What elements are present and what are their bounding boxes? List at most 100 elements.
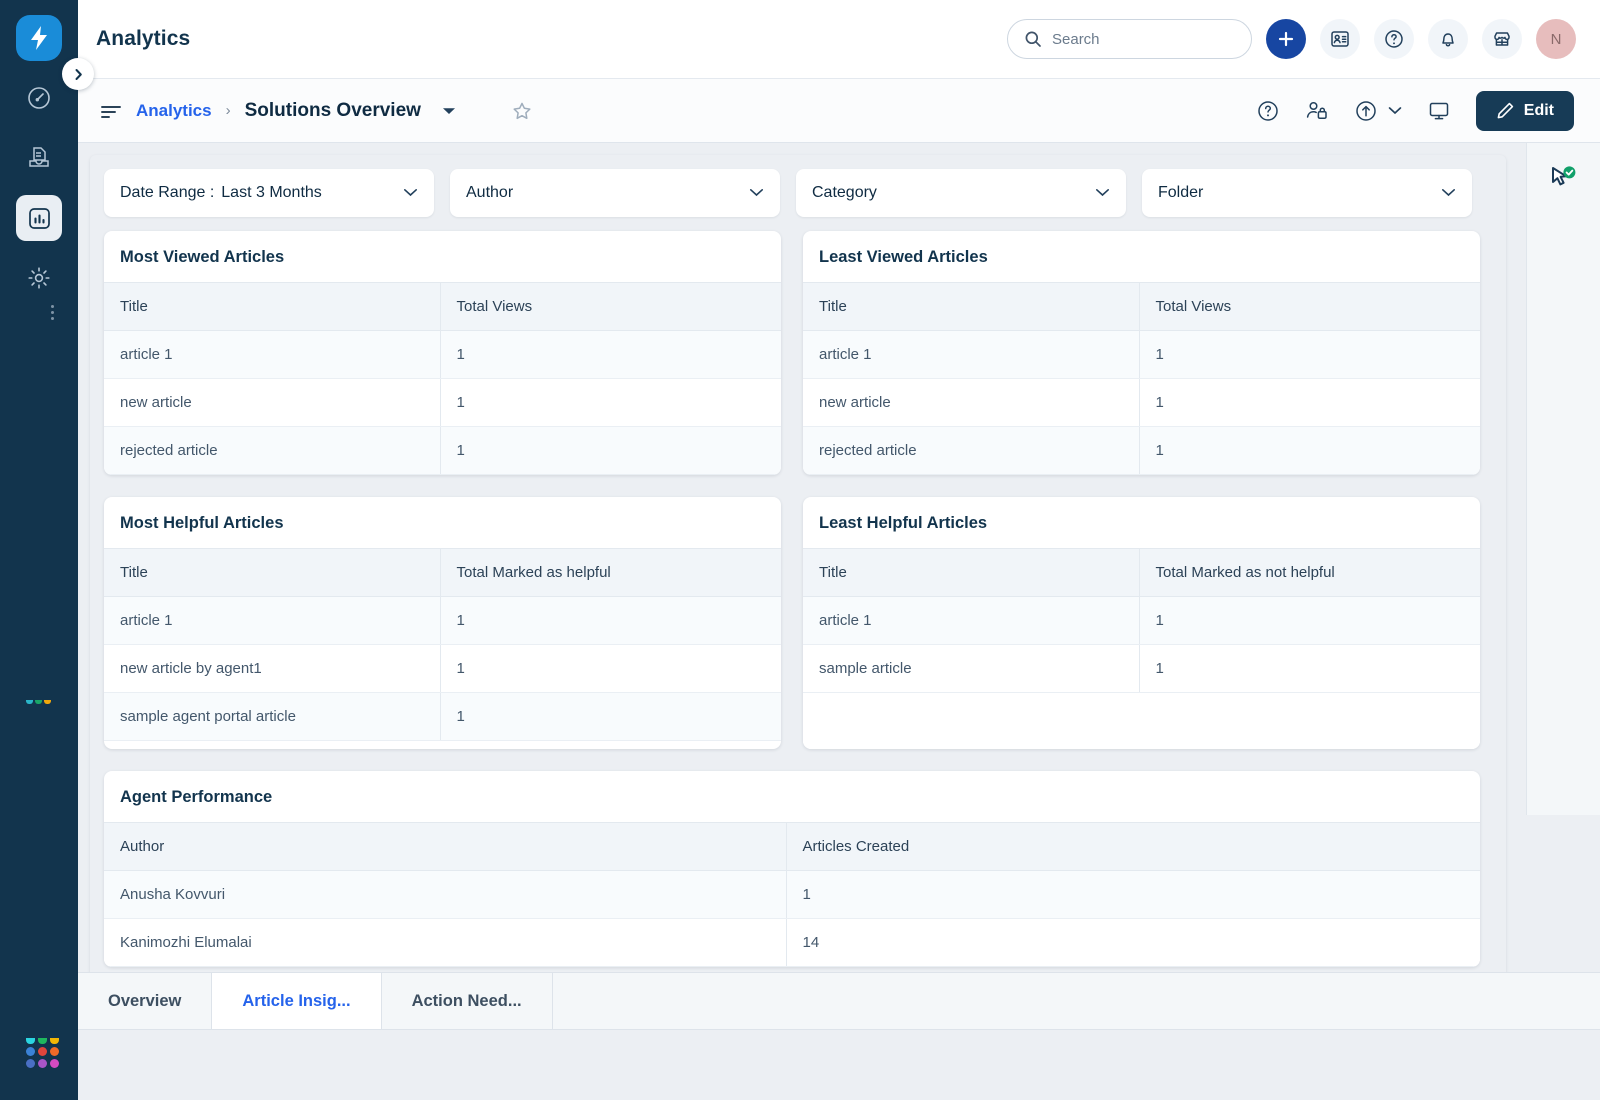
monitor-icon[interactable] xyxy=(1426,99,1452,123)
marketplace-button[interactable] xyxy=(1482,19,1522,59)
table-header-row: Title Total Marked as helpful xyxy=(104,548,781,597)
plus-icon xyxy=(1278,31,1294,47)
widget-empty-space xyxy=(803,693,1480,749)
table-row[interactable]: article 1 1 xyxy=(104,330,781,379)
chevron-right-icon xyxy=(75,68,82,80)
cell-title: sample agent portal article xyxy=(104,692,441,741)
breadcrumb-analytics-link[interactable]: Analytics xyxy=(136,101,212,121)
column-header[interactable]: Total Marked as helpful xyxy=(440,548,781,597)
help-button[interactable] xyxy=(1374,19,1414,59)
table-row[interactable]: new article 1 xyxy=(803,378,1480,427)
export-up-icon xyxy=(1356,100,1376,121)
dashboard-canvas: Date Range : Last 3 Months Author Catego… xyxy=(78,143,1600,972)
widget-title: Least Helpful Articles xyxy=(819,514,988,532)
page-title: Analytics xyxy=(96,27,191,50)
question-circle-icon xyxy=(1385,30,1403,48)
column-header[interactable]: Articles Created xyxy=(786,822,1480,871)
cell-title: new article xyxy=(104,378,441,427)
cell-title: article 1 xyxy=(803,330,1140,379)
cursor-check-icon[interactable] xyxy=(1549,165,1577,196)
data-table: Author Articles Created Anusha Kovvuri 1… xyxy=(104,822,1480,967)
table-row[interactable]: Anusha Kovvuri 1 xyxy=(104,870,1480,919)
table-row[interactable]: article 1 1 xyxy=(803,596,1480,645)
tab-overview[interactable]: Overview xyxy=(78,973,213,1029)
tab-strip: Overview Article Insig... Action Need... xyxy=(78,973,1600,1030)
column-header[interactable]: Title xyxy=(104,548,441,597)
caret-down-icon[interactable] xyxy=(441,106,457,116)
bell-icon xyxy=(1442,33,1454,47)
brand-logo[interactable] xyxy=(16,15,62,61)
column-header[interactable]: Title xyxy=(803,548,1140,597)
column-header[interactable]: Title xyxy=(104,282,441,331)
table-row[interactable]: article 1 1 xyxy=(803,330,1480,379)
cell-value: 1 xyxy=(440,692,781,741)
filter-author-label: Author xyxy=(466,184,514,201)
toolbar-help-icon[interactable] xyxy=(1256,99,1280,123)
sidebar-item-analytics[interactable] xyxy=(16,195,62,241)
expand-sidebar-button[interactable] xyxy=(62,58,94,90)
column-header[interactable]: Total Views xyxy=(1139,282,1480,331)
contacts-button[interactable] xyxy=(1320,19,1360,59)
tab-article-insights[interactable]: Article Insig... xyxy=(212,973,382,1029)
table-row[interactable]: sample article 1 xyxy=(803,644,1480,693)
filter-folder[interactable]: Folder xyxy=(1142,169,1472,217)
column-header[interactable]: Title xyxy=(803,282,1140,331)
widget-agent-performance: Agent Performance Author Articles Create… xyxy=(104,771,1480,967)
app-grid-icon[interactable] xyxy=(26,1038,59,1068)
table-row[interactable]: rejected article 1 xyxy=(803,426,1480,475)
edit-label: Edit xyxy=(1523,101,1554,119)
cell-value: 1 xyxy=(1139,426,1480,475)
cell-value: 1 xyxy=(786,870,1480,919)
cell-value: 1 xyxy=(440,596,781,645)
edit-button[interactable]: Edit xyxy=(1475,90,1574,131)
breadcrumb-separator: › xyxy=(225,102,231,119)
column-header[interactable]: Total Marked as not helpful xyxy=(1139,548,1480,597)
star-outline-icon[interactable] xyxy=(511,100,533,122)
filter-date-range[interactable]: Date Range : Last 3 Months xyxy=(104,169,434,217)
widget-title: Least Viewed Articles xyxy=(819,248,988,266)
export-dropdown[interactable] xyxy=(1354,99,1402,123)
table-row[interactable]: Kanimozhi Elumalai 14 xyxy=(104,918,1480,967)
cell-author: Kanimozhi Elumalai xyxy=(104,918,787,967)
hamburger-icon[interactable] xyxy=(100,103,122,119)
cell-title: rejected article xyxy=(104,426,441,475)
table-row[interactable]: new article by agent1 1 xyxy=(104,644,781,693)
sidebar-item-settings[interactable] xyxy=(16,255,62,301)
table-row[interactable]: new article 1 xyxy=(104,378,781,427)
table-header-row: Title Total Views xyxy=(803,282,1480,331)
sidebar-more-options[interactable] xyxy=(51,305,54,320)
filter-category[interactable]: Category xyxy=(796,169,1126,217)
dashboard-toolbar: Analytics › Solutions Overview Edit xyxy=(78,79,1600,143)
cell-value: 1 xyxy=(440,378,781,427)
add-new-button[interactable] xyxy=(1266,19,1306,59)
filter-folder-label: Folder xyxy=(1158,184,1204,201)
dashboard-tabbar: Overview Article Insig... Action Need... xyxy=(78,972,1600,1100)
user-access-icon[interactable] xyxy=(1304,99,1330,123)
filter-date-range-label: Date Range : xyxy=(120,184,215,201)
widget-grid: Most Viewed Articles Title Total Views a… xyxy=(104,231,1492,967)
search-input[interactable]: Search xyxy=(1007,19,1252,59)
table-row[interactable]: article 1 1 xyxy=(104,596,781,645)
top-header: Analytics Search N xyxy=(78,0,1600,79)
cell-value: 14 xyxy=(786,918,1480,967)
column-header[interactable]: Author xyxy=(104,822,787,871)
cell-title: article 1 xyxy=(104,330,441,379)
table-row[interactable]: rejected article 1 xyxy=(104,426,781,475)
widget-most-viewed-articles: Most Viewed Articles Title Total Views a… xyxy=(104,231,781,475)
sidebar-item-dashboard[interactable] xyxy=(16,75,62,121)
cell-title: article 1 xyxy=(803,596,1140,645)
chevron-down-icon xyxy=(1077,184,1110,202)
tab-action-needed[interactable]: Action Need... xyxy=(382,973,553,1029)
column-header[interactable]: Total Views xyxy=(440,282,781,331)
chevron-down-icon xyxy=(731,184,764,202)
dashboard-widgets-area: Date Range : Last 3 Months Author Catego… xyxy=(90,155,1506,972)
avatar[interactable]: N xyxy=(1536,19,1576,59)
table-row[interactable]: sample agent portal article 1 xyxy=(104,692,781,741)
cell-value: 1 xyxy=(1139,596,1480,645)
notifications-button[interactable] xyxy=(1428,19,1468,59)
right-side-panel xyxy=(1526,143,1600,815)
filter-author[interactable]: Author xyxy=(450,169,780,217)
cell-title: rejected article xyxy=(803,426,1140,475)
sidebar-item-tickets[interactable] xyxy=(16,135,62,320)
cell-value: 1 xyxy=(1139,644,1480,693)
